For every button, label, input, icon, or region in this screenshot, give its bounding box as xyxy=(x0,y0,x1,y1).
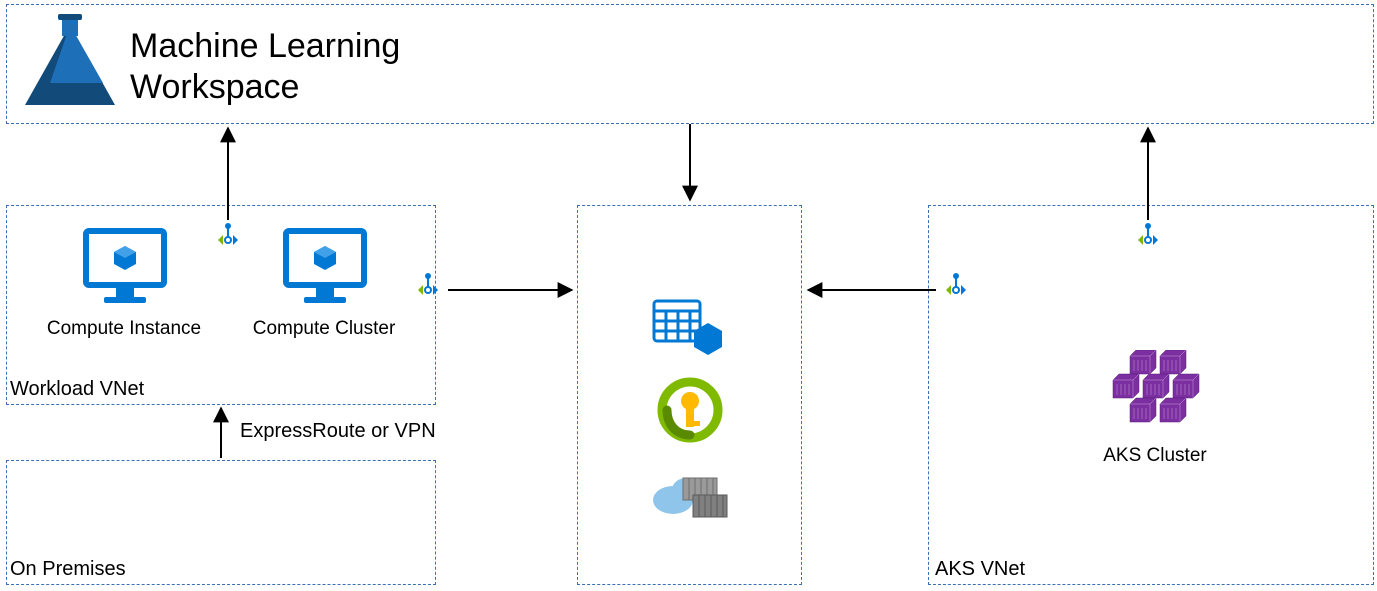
compute-cluster-label: Compute Cluster xyxy=(244,318,404,340)
aks-cluster-label: AKS Cluster xyxy=(1095,445,1215,467)
workload-vnet-box xyxy=(6,205,436,405)
services-box xyxy=(577,205,802,585)
on-premises-label: On Premises xyxy=(10,558,126,581)
ml-workspace-title: Machine Learning Workspace xyxy=(130,26,400,108)
aks-vnet-label: AKS VNet xyxy=(935,558,1025,581)
ml-workspace-title-line1: Machine Learning xyxy=(130,27,400,65)
aks-vnet-box xyxy=(928,205,1374,585)
compute-instance-label: Compute Instance xyxy=(44,318,204,340)
workload-vnet-label: Workload VNet xyxy=(10,378,144,401)
ml-workspace-title-line2: Workspace xyxy=(130,68,299,106)
expressroute-label: ExpressRoute or VPN xyxy=(240,420,436,443)
